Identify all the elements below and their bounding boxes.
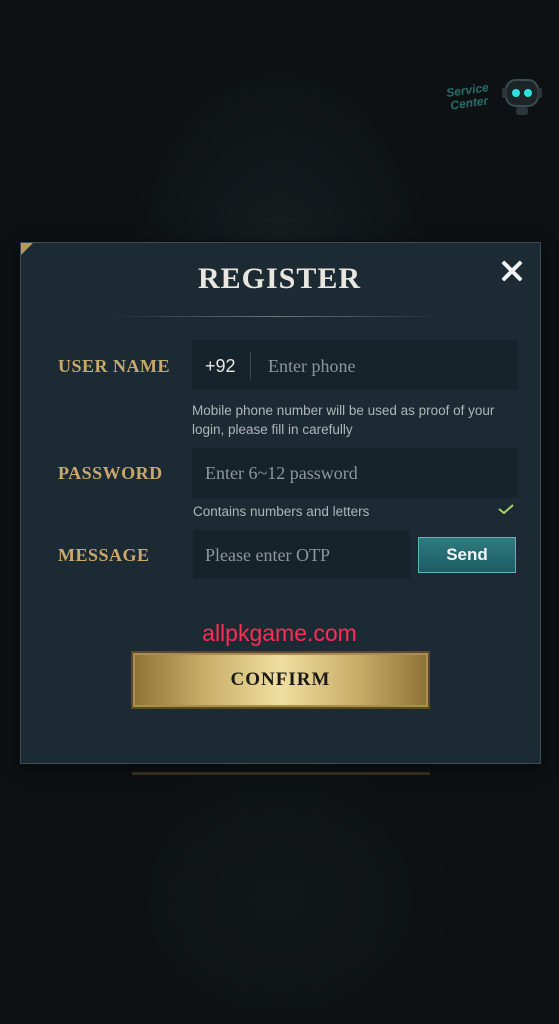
- country-code[interactable]: +92: [205, 356, 236, 377]
- username-label: USER NAME: [58, 356, 171, 376]
- watermark-text: allpkgame.com: [202, 620, 357, 646]
- close-icon[interactable]: [497, 257, 527, 287]
- otp-placeholder: Please enter OTP: [205, 545, 330, 565]
- check-icon: [498, 504, 514, 514]
- corner-decoration: [21, 243, 33, 255]
- phone-hint-line2: login, please fill in carefully: [192, 422, 353, 437]
- prefix-divider: [250, 352, 251, 380]
- phone-placeholder: Enter phone: [268, 356, 356, 376]
- phone-hint-line1: Mobile phone number will be used as proo…: [192, 403, 495, 418]
- password-placeholder: Enter 6~12 password: [205, 463, 358, 483]
- message-label: MESSAGE: [58, 545, 150, 565]
- confirm-button[interactable]: CONFIRM: [131, 651, 430, 709]
- title-divider: [108, 316, 448, 317]
- dialog-title: REGISTER: [197, 262, 362, 295]
- password-hint: Contains numbers and letters: [193, 504, 370, 519]
- password-label: PASSWORD: [58, 463, 163, 483]
- robot-icon: [502, 79, 542, 115]
- service-center-button[interactable]: Service Center: [432, 74, 544, 124]
- service-center-label: Service Center: [430, 79, 508, 123]
- phone-hint: Mobile phone number will be used as proo…: [192, 401, 494, 439]
- send-otp-button[interactable]: Send: [418, 537, 516, 573]
